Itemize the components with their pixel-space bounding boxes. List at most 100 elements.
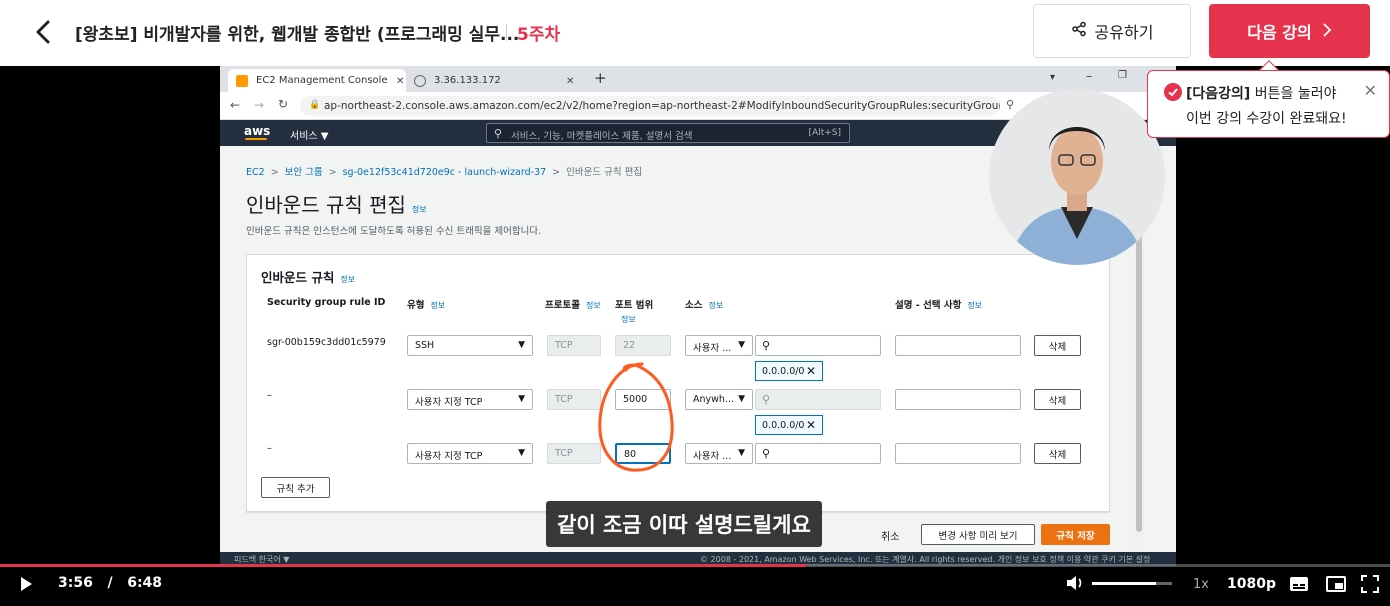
tooltip-line-2: 이번 강의 수강이 완료돼요! xyxy=(1186,111,1347,127)
type-select[interactable]: 사용자 지정 TCP ▼ xyxy=(407,389,533,410)
info-link[interactable]: 정보 xyxy=(340,275,355,284)
port-field: 22 xyxy=(615,335,671,356)
reload-icon[interactable]: ↻ xyxy=(278,97,288,111)
playback-speed-button[interactable]: 1x xyxy=(1193,577,1209,592)
tab-search-icon[interactable]: ▾ xyxy=(1050,72,1055,83)
rule-id: – xyxy=(267,390,272,401)
search-icon: ⚲ xyxy=(494,127,503,140)
column-header-rule-id: Security group rule ID xyxy=(267,297,386,308)
instructor-avatar-icon xyxy=(989,89,1165,265)
share-button[interactable]: 공유하기 xyxy=(1033,4,1191,58)
fullscreen-icon[interactable] xyxy=(1361,575,1379,597)
close-icon[interactable]: ✕ xyxy=(566,76,574,87)
delete-button[interactable]: 삭제 xyxy=(1034,335,1081,356)
next-lecture-button[interactable]: 다음 강의 xyxy=(1209,4,1370,58)
player-controls: 3:56 / 6:48 1x 1080p xyxy=(0,567,1390,606)
chevron-right-icon xyxy=(1322,22,1332,41)
aws-logo[interactable]: aws xyxy=(244,124,270,138)
picture-in-picture-icon[interactable] xyxy=(1326,576,1346,596)
duration: 6:48 xyxy=(127,575,163,591)
info-link[interactable]: 정보 xyxy=(621,314,653,325)
check-circle-icon xyxy=(1164,83,1182,101)
volume-icon[interactable] xyxy=(1065,574,1085,596)
source-cidr-input[interactable]: ⚲ xyxy=(755,335,881,356)
preview-changes-button[interactable]: 변경 사항 미리 보기 xyxy=(921,524,1035,545)
column-header-port: 포트 범위 정보 xyxy=(615,297,653,325)
breadcrumb-security-group[interactable]: sg-0e12f53c41d720e9c - launch-wizard-37 xyxy=(343,167,547,178)
type-select[interactable]: 사용자 지정 TCP ▼ xyxy=(407,443,533,464)
source-cidr-input[interactable]: ⚲ xyxy=(755,443,881,464)
source-cidr-input: ⚲ xyxy=(755,389,881,410)
info-link[interactable]: 정보 xyxy=(412,205,427,214)
info-link[interactable]: 정보 xyxy=(586,301,601,310)
page-description: 인바운드 규칙은 인스턴스에 도달하도록 허용된 수신 트래픽을 제어합니다. xyxy=(246,226,542,237)
browser-tab[interactable]: EC2 Management Console ✕ xyxy=(228,69,406,92)
browser-tab[interactable]: 3.36.133.172 ✕ xyxy=(406,69,584,92)
column-header-type: 유형 정보 xyxy=(407,297,445,311)
close-icon[interactable]: ✕ xyxy=(806,418,816,432)
column-header-description-text: 설명 - 선택 사항 xyxy=(895,300,962,311)
minimize-icon[interactable]: – xyxy=(1086,69,1092,83)
time-separator: / xyxy=(107,575,113,591)
delete-button[interactable]: 삭제 xyxy=(1034,443,1081,464)
type-select[interactable]: SSH ▼ xyxy=(407,335,533,356)
source-select[interactable]: 사용자 ... ▼ xyxy=(685,335,753,356)
lock-icon: 🔒 xyxy=(309,100,321,110)
cidr-token: 0.0.0.0/0 ✕ xyxy=(755,361,823,381)
caret-down-icon: ▼ xyxy=(738,394,745,404)
cidr-token-text: 0.0.0.0/0 xyxy=(762,366,805,377)
back-arrow-icon[interactable] xyxy=(30,16,58,48)
zoom-icon[interactable]: ⚲ xyxy=(1006,98,1014,111)
forward-icon[interactable]: → xyxy=(254,98,264,112)
subtitle-caption: 같이 조금 이따 설명드릴게요 xyxy=(546,501,822,547)
quality-button[interactable]: 1080p xyxy=(1227,576,1276,592)
type-select-value: 사용자 지정 TCP xyxy=(415,451,483,462)
url-field[interactable]: 🔒 ap-northeast-2.console.aws.amazon.com/… xyxy=(300,96,1000,116)
search-icon: ⚲ xyxy=(762,393,771,406)
back-icon[interactable]: ← xyxy=(230,98,240,112)
add-rule-button[interactable]: 규칙 추가 xyxy=(261,477,330,498)
source-select[interactable]: 사용자 ... ▼ xyxy=(685,443,753,464)
play-icon[interactable] xyxy=(19,576,33,596)
close-icon[interactable]: ✕ xyxy=(1364,81,1377,100)
close-icon[interactable]: ✕ xyxy=(396,76,404,87)
source-select[interactable]: Anywh... ▼ xyxy=(685,389,753,410)
save-rules-button[interactable]: 규칙 저장 xyxy=(1041,524,1110,545)
volume-slider[interactable] xyxy=(1092,582,1172,585)
breadcrumb-ec2[interactable]: EC2 xyxy=(246,167,265,178)
close-icon[interactable]: ✕ xyxy=(806,364,816,378)
info-link[interactable]: 정보 xyxy=(708,301,723,310)
description-input[interactable] xyxy=(895,389,1021,410)
description-input[interactable] xyxy=(895,443,1021,464)
source-select-value: Anywh... xyxy=(693,394,734,405)
week-label: 5주차 xyxy=(517,25,561,45)
browser-tab-title: EC2 Management Console xyxy=(256,75,388,86)
source-select-value: 사용자 ... xyxy=(693,451,732,462)
column-header-protocol-text: 프로토콜 xyxy=(545,300,580,311)
course-title: [왕초보] 비개발자를 위한, 웹개발 종합반 (프로그래밍 실무... xyxy=(75,25,520,45)
new-tab-icon[interactable]: + xyxy=(594,69,607,87)
restore-icon[interactable]: ❐ xyxy=(1118,70,1127,81)
tooltip-line-1-rest: 버튼을 눌러야 xyxy=(1250,86,1337,102)
info-link[interactable]: 정보 xyxy=(430,301,445,310)
services-menu[interactable]: 서비스 ▼ xyxy=(290,127,328,142)
panel-title-text: 인바운드 규칙 xyxy=(261,270,335,285)
description-input[interactable] xyxy=(895,335,1021,356)
info-link[interactable]: 정보 xyxy=(967,301,982,310)
type-select-value: 사용자 지정 TCP xyxy=(415,397,483,408)
search-shortcut: [Alt+S] xyxy=(808,128,841,138)
time-display: 3:56 / 6:48 xyxy=(58,575,162,591)
breadcrumb-security-groups[interactable]: 보안 그룹 xyxy=(285,167,323,178)
breadcrumb-current: 인바운드 규칙 편집 xyxy=(566,167,643,178)
browser-tab-title: 3.36.133.172 xyxy=(434,75,501,86)
cancel-button[interactable]: 취소 xyxy=(881,528,899,543)
aws-search-placeholder: 서비스, 기능, 마켓플레이스 제품, 설명서 검색 xyxy=(511,131,693,142)
caret-down-icon: ▼ xyxy=(738,340,745,350)
caret-down-icon: ▼ xyxy=(518,448,525,458)
aws-search-input[interactable]: ⚲ 서비스, 기능, 마켓플레이스 제품, 설명서 검색 [Alt+S] xyxy=(486,123,850,143)
delete-button[interactable]: 삭제 xyxy=(1034,389,1081,410)
subtitles-icon[interactable] xyxy=(1289,576,1309,596)
search-icon: ⚲ xyxy=(762,447,771,460)
source-select-value: 사용자 ... xyxy=(693,343,732,354)
page-title: 인바운드 규칙 편집 정보 xyxy=(246,189,427,218)
